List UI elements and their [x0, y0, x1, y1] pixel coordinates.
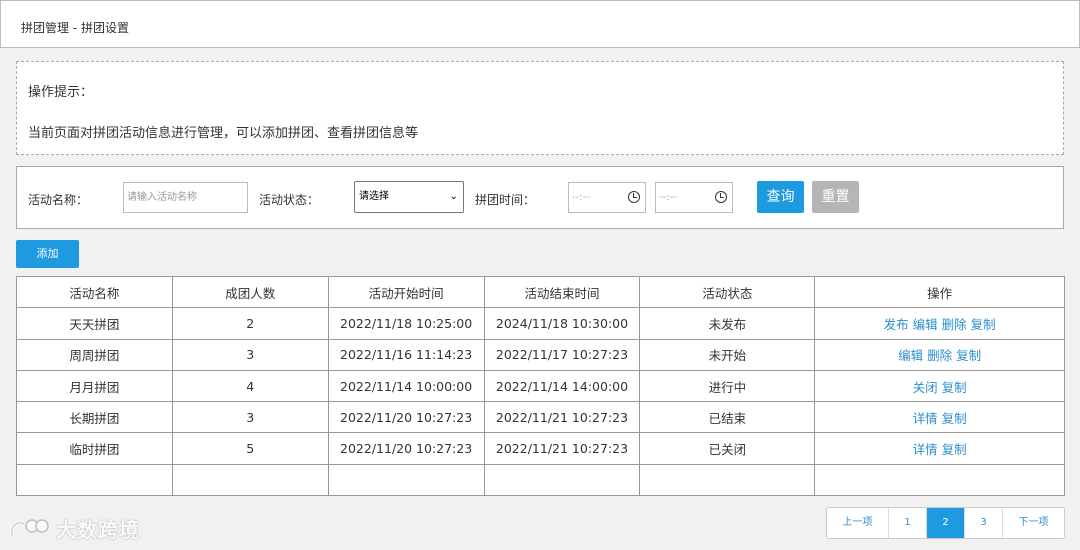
header-activity-name: 活动名称 [16, 275, 173, 309]
cell-start: 2022/11/20 10:27:23 [327, 432, 485, 465]
cell-empty [639, 463, 816, 497]
edit-link[interactable]: 编辑 [913, 317, 938, 332]
cell-status: 未开始 [639, 338, 816, 371]
delete-link[interactable]: 删除 [927, 348, 952, 363]
start-time-value: --:-- [572, 192, 590, 203]
clock-icon[interactable] [628, 191, 640, 203]
publish-link[interactable]: 发布 [884, 317, 909, 332]
pagination: 上一项 1 2 3 下一项 [826, 507, 1065, 539]
cell-name: 天天拼团 [16, 307, 173, 340]
operation-tips-panel: 操作提示： 当前页面对拼团活动信息进行管理，可以添加拼团、查看拼团信息等 [16, 61, 1064, 155]
cell-status: 已关闭 [639, 432, 816, 465]
close-link[interactable]: 关闭 [913, 380, 938, 395]
brand-logo-icon [10, 518, 49, 536]
start-time-input[interactable]: --:-- [568, 182, 646, 213]
cell-actions: 发布 编辑 删除 复制 [814, 307, 1065, 340]
cell-name: 临时拼团 [16, 432, 173, 465]
query-button[interactable]: 查询 [757, 181, 804, 213]
top-bar: 拼团管理 - 拼团设置 [0, 0, 1080, 48]
cell-empty [814, 463, 1065, 497]
delete-link[interactable]: 删除 [942, 317, 967, 332]
watermark-text: 大数跨境 [56, 518, 140, 542]
chevron-down-icon: ⌄ [449, 191, 458, 202]
table-row: 长期拼团 3 2022/11/20 10:27:23 2022/11/21 10… [16, 401, 1065, 434]
activity-name-label: 活动名称： [28, 193, 89, 207]
cell-count: 2 [171, 307, 329, 340]
cell-end: 2022/11/21 10:27:23 [483, 401, 641, 434]
header-start-time: 活动开始时间 [327, 275, 485, 309]
add-button[interactable]: 添加 [16, 240, 79, 268]
cell-count: 5 [171, 432, 329, 465]
cell-end: 2022/11/21 10:27:23 [483, 432, 641, 465]
tips-title: 操作提示： [28, 85, 94, 100]
end-time-input[interactable]: --:-- [655, 182, 733, 213]
page-button-3[interactable]: 3 [965, 508, 1003, 538]
cell-actions: 编辑 删除 复制 [814, 338, 1065, 371]
cell-count: 4 [171, 369, 329, 403]
cell-status: 已结束 [639, 401, 816, 434]
filter-panel: 活动名称： 请输入活动名称 活动状态： 请选择 ⌄ 拼团时间： --:-- --… [16, 166, 1064, 229]
cell-count: 3 [171, 401, 329, 434]
cell-end: 2024/11/18 10:30:00 [483, 307, 641, 340]
cell-name: 周周拼团 [16, 338, 173, 371]
cell-empty [171, 463, 329, 497]
prev-page-button[interactable]: 上一项 [827, 508, 889, 538]
header-status: 活动状态 [639, 275, 816, 309]
cell-start: 2022/11/20 10:27:23 [327, 401, 485, 434]
cell-empty [483, 463, 641, 497]
cell-end: 2022/11/17 10:27:23 [483, 338, 641, 371]
cell-name: 长期拼团 [16, 401, 173, 434]
details-link[interactable]: 详情 [913, 442, 938, 457]
cell-status: 进行中 [639, 369, 816, 403]
group-time-label: 拼团时间： [475, 193, 536, 207]
cell-status: 未发布 [639, 307, 816, 340]
page-button-1[interactable]: 1 [889, 508, 927, 538]
breadcrumb: 拼团管理 - 拼团设置 [21, 21, 129, 35]
copy-link[interactable]: 复制 [971, 317, 996, 332]
table-row: 周周拼团 3 2022/11/16 11:14:23 2022/11/17 10… [16, 338, 1065, 371]
table-header-row: 活动名称 成团人数 活动开始时间 活动结束时间 活动状态 操作 [16, 275, 1065, 309]
cell-actions: 关闭 复制 [814, 369, 1065, 403]
cell-count: 3 [171, 338, 329, 371]
tips-text: 当前页面对拼团活动信息进行管理，可以添加拼团、查看拼团信息等 [28, 126, 419, 141]
table-row: 天天拼团 2 2022/11/18 10:25:00 2024/11/18 10… [16, 307, 1065, 340]
details-link[interactable]: 详情 [913, 411, 938, 426]
copy-link[interactable]: 复制 [942, 442, 967, 457]
activity-status-select[interactable]: 请选择 ⌄ [354, 181, 464, 213]
table-row-empty [16, 463, 1065, 497]
table-row: 月月拼团 4 2022/11/14 10:00:00 2022/11/14 14… [16, 369, 1065, 403]
copy-link[interactable]: 复制 [942, 411, 967, 426]
end-time-value: --:-- [659, 192, 677, 203]
next-page-button[interactable]: 下一项 [1003, 508, 1064, 538]
cell-end: 2022/11/14 14:00:00 [483, 369, 641, 403]
header-end-time: 活动结束时间 [483, 275, 641, 309]
cell-empty [327, 463, 485, 497]
reset-button[interactable]: 重置 [812, 181, 859, 213]
cell-empty [16, 463, 173, 497]
header-group-size: 成团人数 [171, 275, 329, 309]
cell-name: 月月拼团 [16, 369, 173, 403]
cell-start: 2022/11/18 10:25:00 [327, 307, 485, 340]
cell-start: 2022/11/14 10:00:00 [327, 369, 485, 403]
status-select-value: 请选择 [359, 191, 389, 202]
header-actions: 操作 [814, 275, 1065, 309]
copy-link[interactable]: 复制 [956, 348, 981, 363]
edit-link[interactable]: 编辑 [898, 348, 923, 363]
clock-icon[interactable] [715, 191, 727, 203]
group-buy-table: 活动名称 成团人数 活动开始时间 活动结束时间 活动状态 操作 天天拼团 2 2… [16, 275, 1065, 497]
table-row: 临时拼团 5 2022/11/20 10:27:23 2022/11/21 10… [16, 432, 1065, 465]
page-button-2-active[interactable]: 2 [927, 508, 965, 538]
activity-name-input[interactable]: 请输入活动名称 [123, 182, 248, 213]
copy-link[interactable]: 复制 [942, 380, 967, 395]
activity-status-label: 活动状态： [259, 193, 320, 207]
cell-actions: 详情 复制 [814, 401, 1065, 434]
cell-start: 2022/11/16 11:14:23 [327, 338, 485, 371]
watermark: 大数跨境 [8, 514, 140, 543]
cell-actions: 详情 复制 [814, 432, 1065, 465]
